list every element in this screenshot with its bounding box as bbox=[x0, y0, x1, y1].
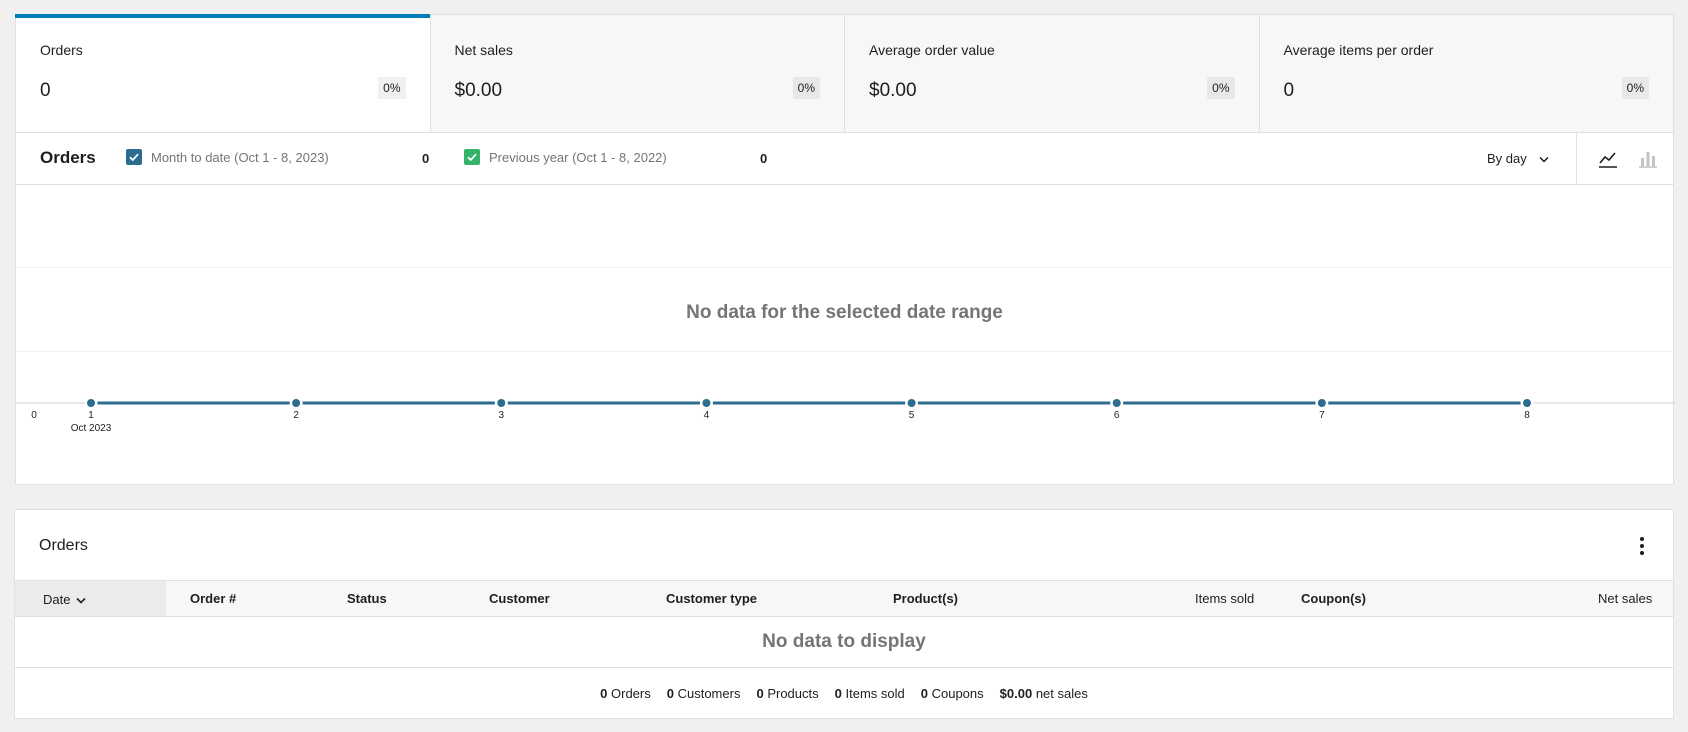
column-header-items-sold[interactable]: Items sold bbox=[1195, 591, 1254, 606]
chevron-down-icon bbox=[76, 592, 87, 607]
x-tick-label: 3 bbox=[499, 410, 505, 421]
chevron-down-icon bbox=[1539, 151, 1549, 166]
summary-card-delta: 0% bbox=[1621, 77, 1649, 99]
data-point[interactable] bbox=[907, 399, 916, 407]
column-header-status[interactable]: Status bbox=[347, 591, 387, 606]
summary-card-net-sales[interactable]: Net sales $0.00 0% bbox=[430, 15, 845, 132]
column-header-order-number[interactable]: Order # bbox=[190, 591, 236, 606]
table-empty-message: No data to display bbox=[762, 631, 926, 652]
column-header-date[interactable]: Date bbox=[15, 581, 166, 616]
summary-card-orders[interactable]: Orders 0 0% bbox=[15, 14, 431, 132]
table-summary: 0 Orders 0 Customers 0 Products 0 Items … bbox=[15, 667, 1673, 719]
x-tick-label: 8 bbox=[1524, 410, 1530, 421]
x-tick-label: 4 bbox=[704, 410, 710, 421]
column-header-label: Date bbox=[43, 592, 71, 607]
summary-card-label: Net sales bbox=[454, 42, 513, 58]
summary-products: 0 Products bbox=[756, 686, 819, 701]
data-point[interactable] bbox=[292, 399, 301, 407]
legend-label: Previous year (Oct 1 - 8, 2022) bbox=[489, 149, 667, 165]
summary-card-label: Average items per order bbox=[1283, 42, 1434, 58]
orders-table-panel: Orders Date Order # Status Customer Cust… bbox=[14, 509, 1674, 719]
x-tick-sublabel: Oct 2023 bbox=[71, 423, 112, 434]
chart-title: Orders bbox=[40, 148, 96, 167]
summary-items-sold: 0 Items sold bbox=[834, 686, 905, 701]
summary-card-delta: 0% bbox=[792, 77, 820, 99]
summary-card-average-order-value[interactable]: Average order value $0.00 0% bbox=[845, 15, 1260, 132]
interval-select-label: By day bbox=[1487, 151, 1527, 166]
data-point[interactable] bbox=[1523, 399, 1531, 407]
summary-net-sales: $0.00 net sales bbox=[999, 686, 1088, 701]
table-header: Date Order # Status Customer Customer ty… bbox=[15, 580, 1673, 617]
summary-customers: 0 Customers bbox=[666, 686, 741, 701]
summary-coupons: 0 Coupons bbox=[920, 686, 984, 701]
checkbox-checked-icon[interactable] bbox=[464, 149, 480, 165]
more-options-icon[interactable] bbox=[1635, 534, 1649, 558]
interval-select[interactable]: By day bbox=[1487, 151, 1549, 166]
data-point[interactable] bbox=[1317, 399, 1326, 407]
summary-cards: Orders 0 0% Net sales $0.00 0% Average o… bbox=[15, 14, 1674, 133]
summary-card-value: 0 bbox=[1283, 80, 1295, 101]
summary-card-delta: 0% bbox=[378, 77, 406, 99]
table-title: Orders bbox=[39, 537, 88, 554]
legend-item-previous-year[interactable]: Previous year (Oct 1 - 8, 2022) bbox=[464, 149, 667, 165]
checkbox-checked-icon[interactable] bbox=[126, 149, 142, 165]
x-tick-label: 1 bbox=[88, 410, 94, 421]
x-tick-label: 5 bbox=[909, 410, 915, 421]
orders-chart-panel: Orders Month to date (Oct 1 - 8, 2023) 0… bbox=[15, 133, 1675, 485]
summary-card-value: $0.00 bbox=[454, 80, 503, 101]
summary-card-label: Orders bbox=[40, 42, 83, 58]
summary-card-label: Average order value bbox=[869, 42, 995, 58]
x-tick-label: 2 bbox=[293, 410, 299, 421]
summary-orders: 0 Orders bbox=[600, 686, 651, 701]
grid-line bbox=[16, 351, 1673, 352]
data-point[interactable] bbox=[497, 399, 506, 407]
y-tick-label: 0 bbox=[31, 410, 37, 421]
data-point[interactable] bbox=[702, 399, 711, 407]
column-header-customer[interactable]: Customer bbox=[489, 591, 550, 606]
data-point[interactable] bbox=[1112, 399, 1121, 407]
legend-label: Month to date (Oct 1 - 8, 2023) bbox=[151, 149, 329, 165]
column-header-products[interactable]: Product(s) bbox=[893, 591, 958, 606]
grid-line bbox=[16, 267, 1673, 268]
summary-card-value: $0.00 bbox=[869, 80, 917, 101]
line-chart-icon[interactable] bbox=[1595, 146, 1621, 172]
bar-chart-icon[interactable] bbox=[1635, 146, 1661, 172]
legend-total: 0 bbox=[422, 151, 430, 166]
column-header-net-sales[interactable]: Net sales bbox=[1598, 591, 1652, 606]
summary-card-average-items-per-order[interactable]: Average items per order 0 0% bbox=[1259, 15, 1673, 132]
legend-total: 0 bbox=[760, 151, 768, 166]
x-tick-label: 6 bbox=[1114, 410, 1120, 421]
chart-type-toggle bbox=[1576, 133, 1675, 185]
chart-header: Orders Month to date (Oct 1 - 8, 2023) 0… bbox=[16, 133, 1673, 185]
line-chart: 0 1 2 3 4 5 6 7 8 Oct 2023 bbox=[16, 396, 1675, 434]
legend-item-month-to-date[interactable]: Month to date (Oct 1 - 8, 2023) bbox=[126, 149, 329, 165]
summary-card-delta: 0% bbox=[1207, 77, 1235, 99]
data-point[interactable] bbox=[87, 399, 95, 407]
chart-empty-message: No data for the selected date range bbox=[686, 302, 1003, 323]
column-header-coupons[interactable]: Coupon(s) bbox=[1301, 591, 1366, 606]
summary-card-value: 0 bbox=[40, 80, 51, 101]
column-header-customer-type[interactable]: Customer type bbox=[666, 591, 757, 606]
x-tick-label: 7 bbox=[1319, 410, 1325, 421]
